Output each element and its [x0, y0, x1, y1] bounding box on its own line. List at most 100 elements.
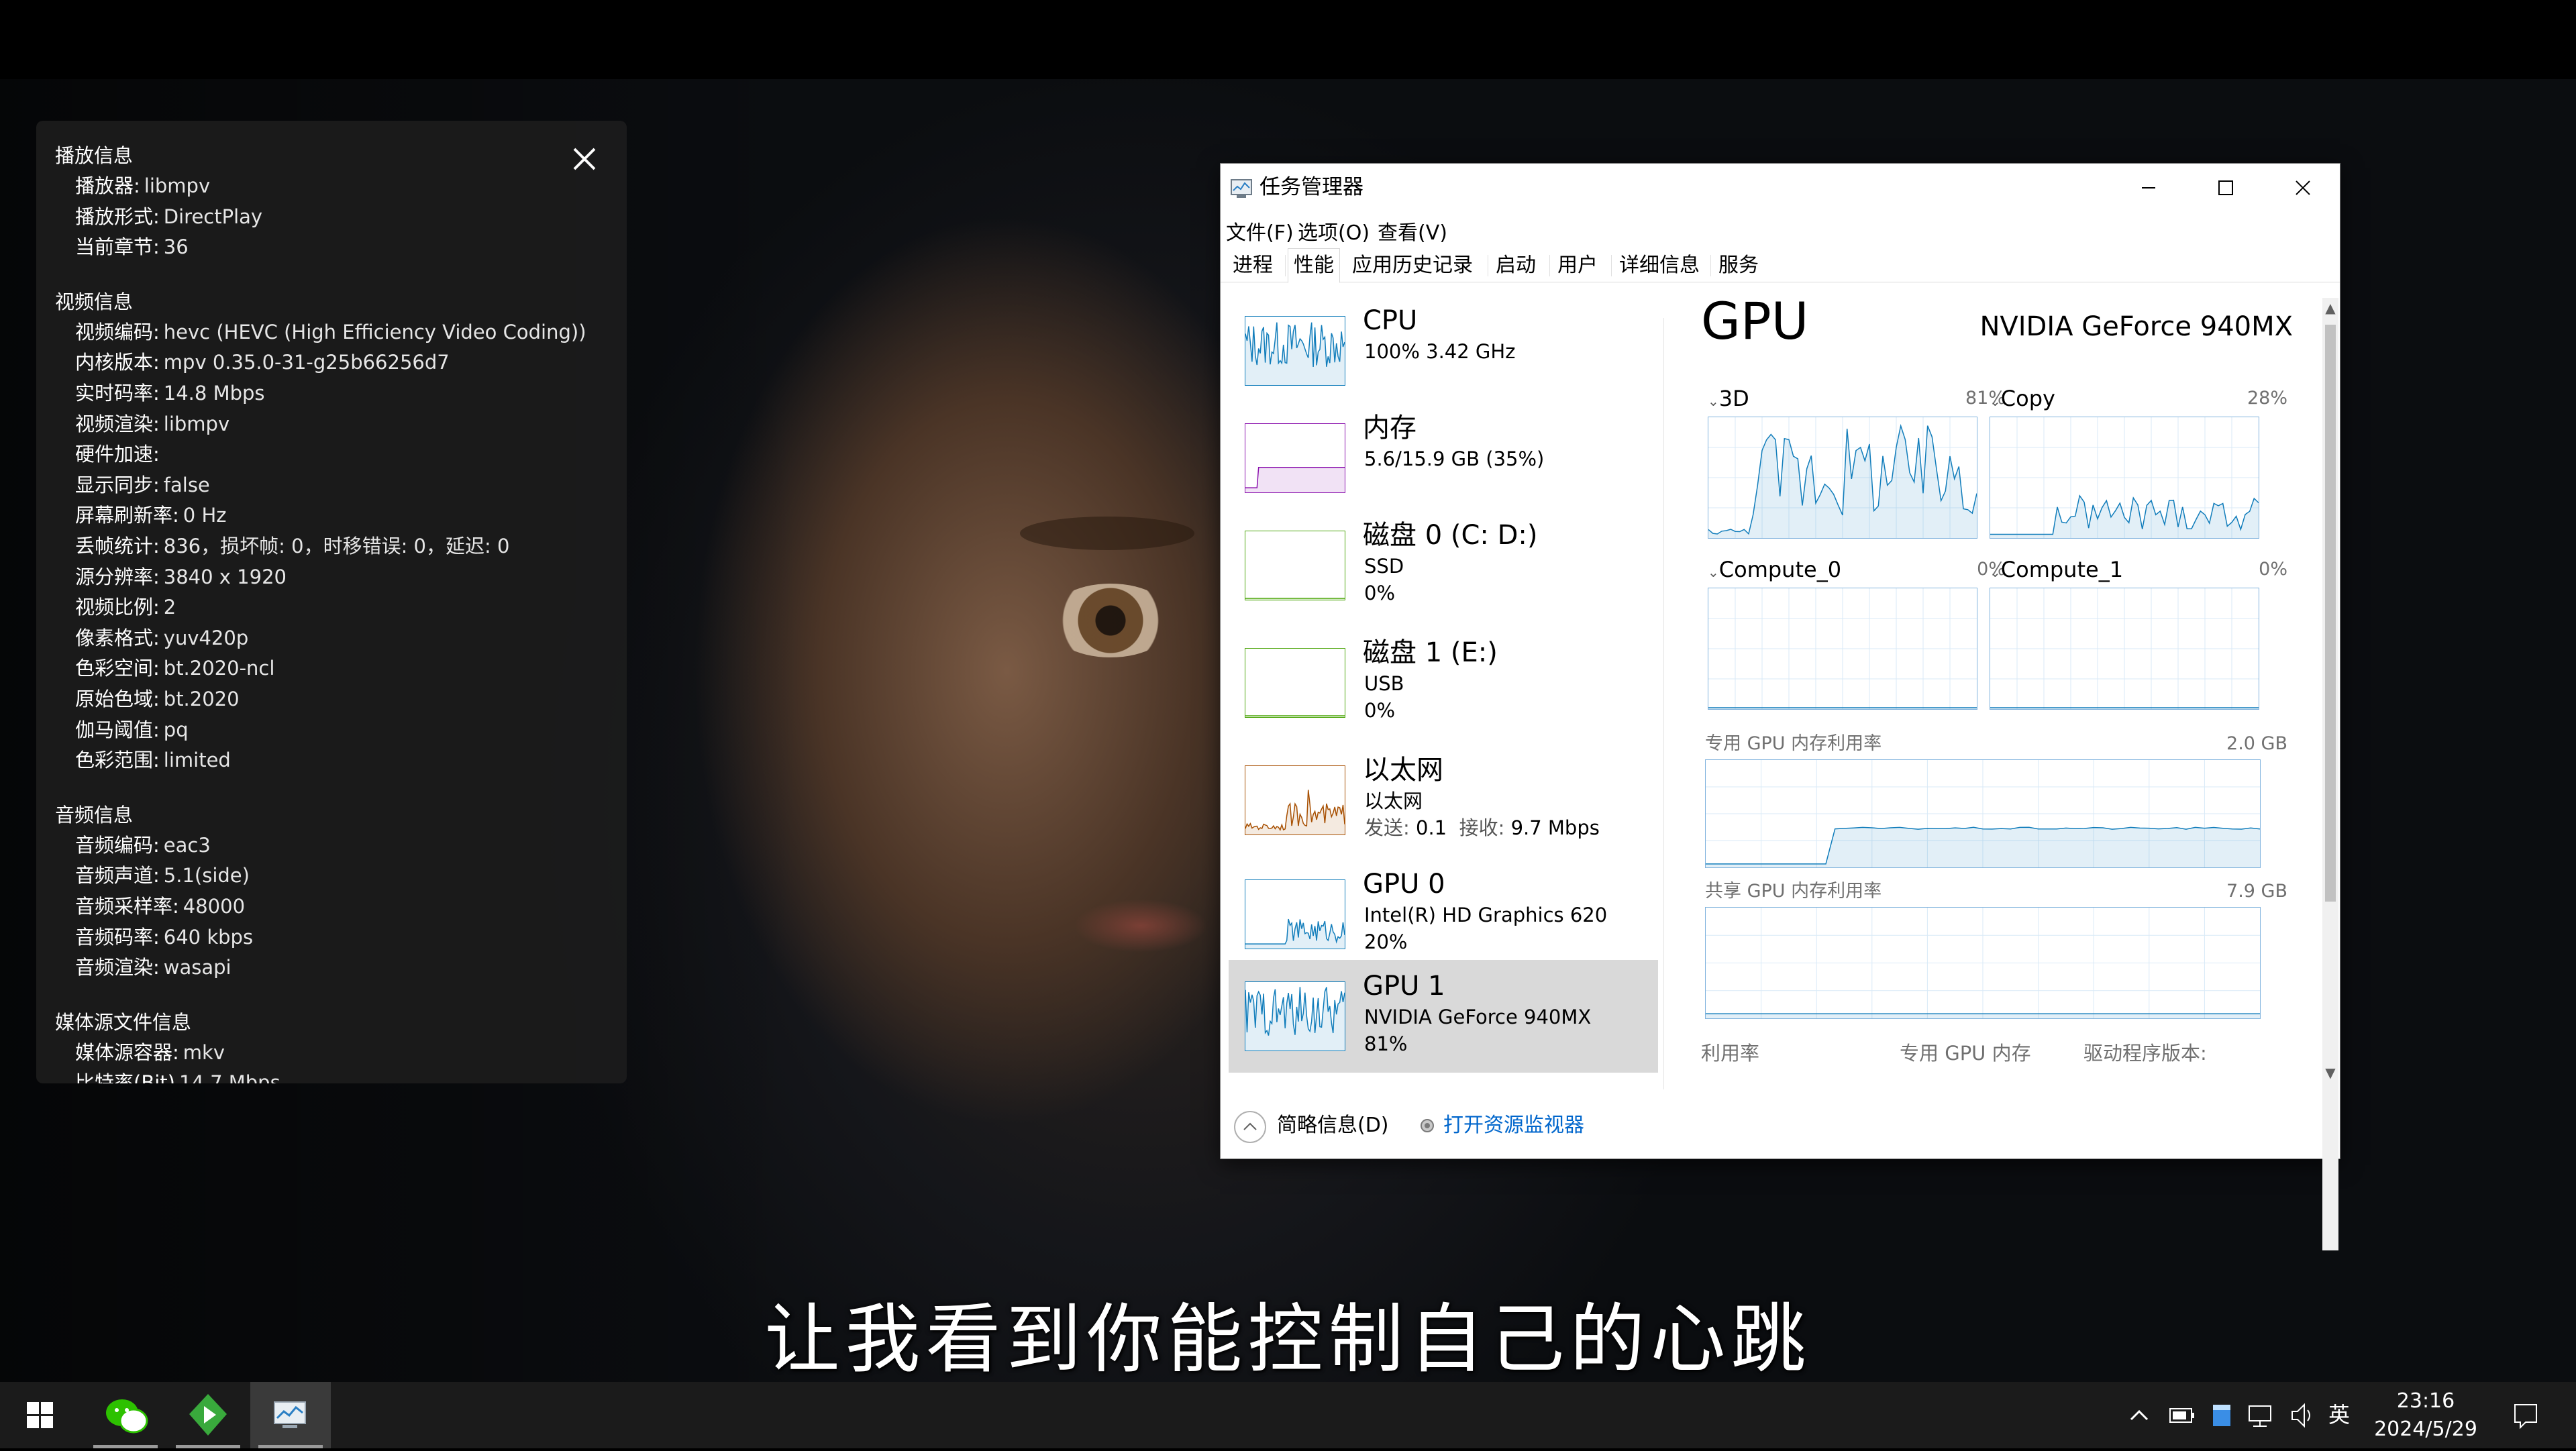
info-key: 内核版本: — [75, 351, 160, 374]
chevron-down-icon: ⌄ — [1708, 564, 1719, 580]
tab-performance[interactable]: 性能 — [1288, 248, 1340, 283]
task-manager-taskbar-icon[interactable] — [250, 1382, 331, 1448]
info-key: 音频声道: — [75, 864, 160, 888]
engine-compute1-selector[interactable]: ⌄Compute_1 — [1990, 556, 2123, 586]
face-lips — [1074, 899, 1208, 953]
resource-item-memory[interactable]: 内存 5.6/15.9 GB (35%) — [1229, 402, 1658, 509]
info-row: 比特率(Bit) 14.7 Mbps — [75, 1068, 280, 1083]
playback-info-panel: 播放信息 播放器: libmpv 播放形式: DirectPlay 当前章节: 36 视频信息… — [36, 121, 627, 1083]
info-value: wasapi — [163, 956, 231, 979]
clock[interactable]: 23:16 2024/5/29 — [2349, 1387, 2503, 1444]
driver-version-label: 驱动程序版本: — [2083, 1042, 2207, 1065]
shared-memory-max: 7.9 GB — [2226, 881, 2287, 902]
subtitle-text: 让我看到你能控制自己的心跳 — [764, 1296, 1812, 1382]
resource-item-gpu-1[interactable]: GPU 1 NVIDIA GeForce 940MX 81% — [1229, 960, 1658, 1073]
clock-date: 2024/5/29 — [2374, 1417, 2477, 1441]
resource-item-disk-1[interactable]: 磁盘 1 (E:) USB 0% — [1229, 627, 1658, 734]
face-brow — [1020, 517, 1194, 550]
resource-item-cpu[interactable]: CPU 100% 3.42 GHz — [1229, 294, 1658, 402]
info-value: limited — [163, 749, 231, 772]
engine-copy-graph — [1990, 417, 2259, 539]
info-row: 内核版本: mpv 0.35.0-31-g25b66256d7 — [75, 347, 450, 378]
resource-name: 磁盘 0 (C: D:) — [1363, 520, 1538, 551]
scrollbar-thumb[interactable] — [2325, 325, 2336, 902]
app-tray-icon[interactable] — [2208, 1382, 2234, 1448]
close-icon[interactable] — [568, 142, 601, 176]
tab-app-history[interactable]: 应用历史记录 — [1347, 251, 1478, 280]
input-method-indicator[interactable]: 英 — [2328, 1398, 2350, 1432]
tab-details[interactable]: 详细信息 — [1614, 251, 1705, 280]
dedicated-gpu-memory-label: 专用 GPU 内存 — [1900, 1042, 2031, 1065]
info-key: 音频码率: — [75, 925, 160, 949]
info-row: 源分辨率: 3840 x 1920 — [75, 562, 287, 592]
wechat-taskbar-icon[interactable] — [85, 1382, 166, 1448]
menu-file[interactable]: 文件(F) — [1226, 216, 1294, 246]
chevron-down-icon: ⌄ — [1990, 564, 2001, 580]
info-key: 像素格式: — [75, 626, 160, 649]
gpu-heading: GPU — [1701, 291, 1809, 351]
info-value: 48000 — [183, 895, 246, 918]
dedicated-memory-label: 专用 GPU 内存利用率 — [1705, 733, 1882, 754]
info-value: mpv 0.35.0-31-g25b66256d7 — [163, 351, 450, 374]
info-key: 音频采样率: — [75, 895, 179, 918]
info-key: 媒体源容器: — [75, 1040, 179, 1064]
resource-usage: 0% — [1364, 582, 1396, 604]
info-key: 硬件加速: — [75, 443, 160, 466]
menu-options[interactable]: 选项(O) — [1298, 216, 1370, 246]
resource-item-gpu-0[interactable]: GPU 0 Intel(R) HD Graphics 620 20% — [1229, 858, 1658, 965]
window-title: 任务管理器 — [1259, 175, 1363, 199]
info-row: 音频编码: eac3 — [75, 830, 211, 861]
title-bar[interactable]: 任务管理器 — [1221, 164, 2340, 211]
info-row: 视频比例: 2 — [75, 592, 176, 623]
window-footer: 简略信息(D) 打开资源监视器 — [1221, 1096, 2340, 1158]
tab-startup[interactable]: 启动 — [1490, 251, 1541, 280]
info-key: 色彩空间: — [75, 657, 160, 680]
resource-item-ethernet[interactable]: 以太网 以太网 发送: 0.1 接收: 9.7 Mbps — [1229, 744, 1658, 851]
chevron-down-icon: ⌄ — [1708, 393, 1719, 409]
info-value: bt.2020 — [163, 688, 240, 710]
info-value: 0 Hz — [183, 504, 227, 527]
scroll-down-arrow-icon[interactable]: ▼ — [2322, 1063, 2338, 1083]
task-manager-window: 任务管理器 文件(F) 选项(O) 查看(V) 进程 性能 应用历史记录 启动 … — [1220, 163, 2340, 1250]
maximize-button[interactable] — [2187, 164, 2264, 211]
minimize-button[interactable] — [2110, 164, 2187, 211]
info-key: 显示同步: — [75, 473, 160, 496]
chevron-up-icon[interactable] — [1234, 1111, 1266, 1143]
disk1-thumbnail-graph — [1245, 648, 1345, 718]
shared-memory-label: 共享 GPU 内存利用率 — [1705, 881, 1882, 902]
show-hidden-icons-chevron-up-icon[interactable] — [2126, 1382, 2153, 1448]
notification-center-icon[interactable] — [2506, 1382, 2546, 1448]
resource-monitor-icon — [1419, 1118, 1435, 1134]
info-row: 原始色域: bt.2020 — [75, 684, 240, 714]
info-value: 2 — [163, 596, 176, 619]
resource-name: 以太网 — [1363, 755, 1443, 786]
start-button[interactable] — [0, 1382, 81, 1448]
resource-name: GPU 1 — [1363, 971, 1445, 1002]
dedicated-memory-graph — [1705, 759, 2261, 868]
open-resource-monitor-link[interactable]: 打开资源监视器 — [1443, 1112, 1584, 1139]
info-value: 36 — [163, 235, 189, 259]
chevron-down-icon: ⌄ — [1990, 393, 2001, 409]
fewer-details-link[interactable]: 简略信息(D) — [1277, 1112, 1389, 1139]
close-button[interactable] — [2264, 164, 2341, 211]
tab-services[interactable]: 服务 — [1713, 251, 1764, 280]
network-icon[interactable] — [2245, 1382, 2276, 1448]
info-value: DirectPlay — [163, 205, 263, 228]
engine-compute0-selector[interactable]: ⌄Compute_0 — [1708, 556, 1841, 586]
resource-detail: USB — [1364, 672, 1404, 695]
engine-3d-selector[interactable]: ⌄3D — [1708, 385, 1749, 415]
taskbar: 英 23:16 2024/5/29 — [0, 1382, 2576, 1448]
engine-copy-selector[interactable]: ⌄Copy — [1990, 385, 2055, 415]
volume-icon[interactable] — [2287, 1382, 2318, 1448]
info-value: yuv420p — [163, 626, 249, 649]
tab-users[interactable]: 用户 — [1552, 251, 1603, 280]
engine-3d-graph — [1708, 417, 1977, 539]
battery-icon[interactable] — [2166, 1382, 2197, 1448]
menu-view[interactable]: 查看(V) — [1378, 216, 1447, 246]
task-manager-app-icon — [1230, 178, 1254, 199]
tab-processes[interactable]: 进程 — [1227, 251, 1278, 280]
media-player-taskbar-icon[interactable] — [168, 1382, 248, 1448]
resource-item-disk-0[interactable]: 磁盘 0 (C: D:) SSD 0% — [1229, 509, 1658, 616]
scroll-up-arrow-icon[interactable]: ▲ — [2322, 298, 2338, 318]
resource-usage: 20% — [1364, 930, 1408, 953]
